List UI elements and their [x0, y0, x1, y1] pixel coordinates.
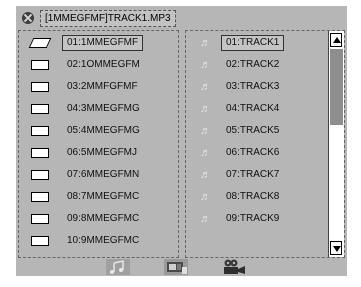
folder-item[interactable]: 02:1OMMEGFM: [19, 55, 178, 75]
music-note-icon: ♬: [200, 147, 211, 159]
folder-label: 07:6MMEGFMN: [67, 169, 140, 180]
folder-icon: [31, 126, 49, 136]
movie-mode-icon[interactable]: [222, 259, 246, 275]
track-label: 06:TRACK6: [226, 147, 280, 158]
folder-icon: [31, 60, 49, 70]
track-label: 01:TRACK1: [221, 35, 285, 51]
scroll-down-button[interactable]: [330, 241, 342, 255]
file-browser-screen: [1MMEGFMF]TRACK1.MP3 01:1MMEGFMF 02:1OMM…: [16, 6, 347, 276]
folder-open-icon: [28, 38, 52, 48]
track-label: 09:TRACK9: [226, 213, 280, 224]
track-scrollbar[interactable]: [328, 31, 344, 257]
scroll-up-button[interactable]: [330, 33, 342, 47]
folder-icon: [31, 170, 49, 180]
folder-item[interactable]: 04:3MMEGFMG: [19, 99, 178, 119]
track-item[interactable]: ♬ 02:TRACK2: [186, 55, 344, 75]
close-icon[interactable]: [22, 12, 34, 24]
folder-label: 04:3MMEGFMG: [67, 103, 140, 114]
track-label: 02:TRACK2: [226, 59, 280, 70]
track-label: 08:TRACK8: [226, 191, 280, 202]
folder-icon: [31, 148, 49, 158]
photo-mode-icon[interactable]: [164, 259, 188, 275]
track-item[interactable]: ♬ 07:TRACK7: [186, 165, 344, 185]
folder-item[interactable]: 07:6MMEGFMN: [19, 165, 178, 185]
folder-icon: [31, 82, 49, 92]
folder-icon: [31, 214, 49, 224]
folder-item[interactable]: 09:8MMEGFMC: [19, 209, 178, 229]
folder-label: 03:2MMFGFMF: [67, 81, 138, 92]
folder-item[interactable]: 05:4MMEGFMG: [19, 121, 178, 141]
track-label: 03:TRACK3: [226, 81, 280, 92]
track-item[interactable]: ♬ 09:TRACK9: [186, 209, 344, 229]
folder-item[interactable]: 01:1MMEGFMF: [19, 33, 178, 53]
track-item[interactable]: ♬ 01:TRACK1: [186, 33, 344, 53]
track-label: 04:TRACK4: [226, 103, 280, 114]
track-item[interactable]: ♬ 05:TRACK5: [186, 121, 344, 141]
track-label: 07:TRACK7: [226, 169, 280, 180]
folder-label: 06:5MMEGFMJ: [67, 147, 138, 158]
current-path: [1MMEGFMF]TRACK1.MP3: [40, 9, 176, 27]
scroll-thumb[interactable]: [330, 49, 343, 125]
music-note-icon: ♬: [200, 103, 211, 115]
music-note-icon: ♬: [200, 191, 211, 203]
header-bar: [1MMEGFMF]TRACK1.MP3: [22, 8, 176, 28]
music-mode-icon[interactable]: [106, 259, 130, 275]
track-label: 05:TRACK5: [226, 125, 280, 136]
music-note-icon: ♬: [200, 125, 211, 137]
folder-label: 05:4MMEGFMG: [67, 125, 140, 136]
music-note-icon: ♬: [200, 37, 211, 49]
folder-item[interactable]: 10:9MMEGFMC: [19, 231, 178, 251]
folder-item[interactable]: 06:5MMEGFMJ: [19, 143, 178, 163]
track-list: ♬ 01:TRACK1 ♬ 02:TRACK2 ♬ 03:TRACK3 ♬ 04…: [185, 30, 345, 258]
music-note-icon: ♬: [200, 169, 211, 181]
folder-item[interactable]: 03:2MMFGFMF: [19, 77, 178, 97]
folder-icon: [31, 192, 49, 202]
folder-item[interactable]: 08:7MMEGFMC: [19, 187, 178, 207]
folder-label: 02:1OMMEGFM: [67, 59, 140, 70]
folder-label: 01:1MMEGFMF: [62, 35, 144, 51]
music-note-icon: ♬: [200, 213, 211, 225]
track-item[interactable]: ♬ 08:TRACK8: [186, 187, 344, 207]
folder-label: 08:7MMEGFMC: [67, 191, 140, 202]
folder-icon: [31, 104, 49, 114]
music-note-icon: ♬: [200, 81, 211, 93]
folder-icon: [31, 236, 49, 246]
track-item[interactable]: ♬ 06:TRACK6: [186, 143, 344, 163]
folder-list: 01:1MMEGFMF 02:1OMMEGFM 03:2MMFGFMF 04:3…: [18, 30, 179, 258]
track-item[interactable]: ♬ 03:TRACK3: [186, 77, 344, 97]
folder-label: 10:9MMEGFMC: [67, 235, 140, 246]
track-item[interactable]: ♬ 04:TRACK4: [186, 99, 344, 119]
folder-label: 09:8MMEGFMC: [67, 213, 140, 224]
music-note-icon: ♬: [200, 59, 211, 71]
